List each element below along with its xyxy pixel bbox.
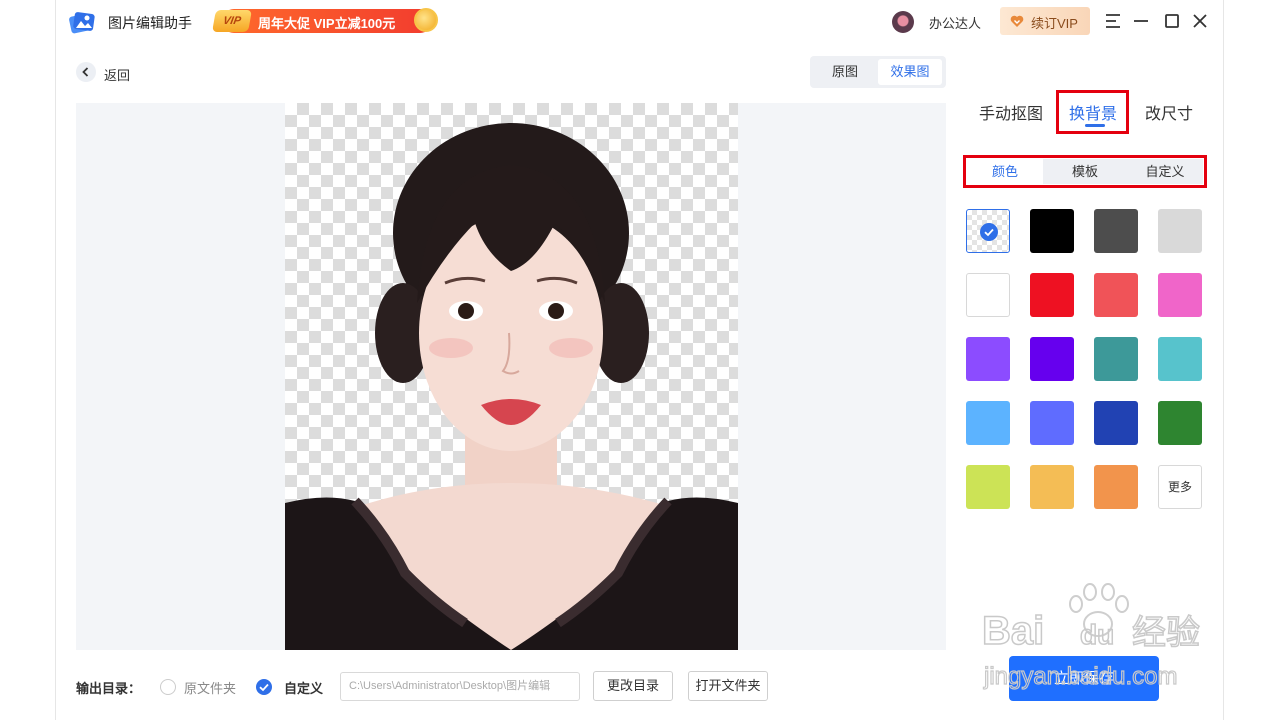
app-title: 图片编辑助手 [108, 15, 192, 31]
portrait-illustration [285, 123, 738, 650]
swatch-color[interactable] [966, 337, 1010, 381]
view-toggle: 原图 效果图 [810, 56, 946, 88]
avatar[interactable] [892, 11, 914, 33]
swatch-color[interactable] [966, 273, 1010, 317]
renew-vip-label: 续订VIP [1031, 16, 1078, 31]
change-directory-button[interactable]: 更改目录 [593, 671, 673, 701]
window-left-border [55, 0, 56, 720]
swatch-color[interactable] [1030, 465, 1074, 509]
app-logo-icon [69, 12, 95, 34]
window-right-border [1223, 0, 1224, 720]
highlight-box-tab [1056, 90, 1129, 134]
renew-vip-button[interactable]: 续订VIP [1000, 7, 1090, 35]
swatch-transparent[interactable] [966, 209, 1010, 253]
radio-custom-folder[interactable] [256, 679, 272, 695]
output-dir-label: 输出目录： [76, 681, 142, 696]
swatch-color[interactable] [1030, 273, 1074, 317]
menu-icon[interactable] [1102, 10, 1124, 32]
vip-heart-icon [1010, 15, 1024, 27]
coin-icon [414, 8, 438, 32]
promo-text: 周年大促 VIP立减100元 [258, 16, 396, 31]
watermark-du: du [1080, 619, 1114, 650]
promo-banner[interactable]: VIP 周年大促 VIP立减100元 [212, 7, 440, 35]
swatch-color[interactable] [966, 401, 1010, 445]
minimize-icon[interactable] [1130, 10, 1152, 32]
swatch-color[interactable] [1030, 209, 1074, 253]
swatch-color[interactable] [1030, 401, 1074, 445]
cutout-portrait-image [285, 103, 738, 650]
swatch-color[interactable] [1094, 465, 1138, 509]
swatch-color[interactable] [1094, 273, 1138, 317]
swatch-color[interactable] [1094, 209, 1138, 253]
title-bar: 图片编辑助手 VIP 周年大促 VIP立减100元 办公达人 续订VIP [56, 0, 1223, 42]
maximize-icon[interactable] [1161, 10, 1183, 32]
swatch-color[interactable] [1030, 337, 1074, 381]
swatch-color[interactable] [1158, 401, 1202, 445]
watermark-bai: Bai [982, 609, 1044, 653]
save-now-button[interactable]: 立即保存 [1009, 656, 1159, 701]
watermark-jingyan: 经验 [1132, 613, 1200, 653]
open-folder-button[interactable]: 打开文件夹 [688, 671, 768, 701]
username[interactable]: 办公达人 [929, 13, 981, 32]
radio-custom-folder-label[interactable]: 自定义 [284, 678, 323, 697]
radio-original-folder[interactable] [160, 679, 176, 695]
swatch-color[interactable] [1094, 401, 1138, 445]
tab-manual-cutout[interactable]: 手动抠图 [979, 100, 1043, 124]
swatch-color[interactable] [1158, 337, 1202, 381]
back-arrow-icon [76, 62, 96, 82]
swatch-color[interactable] [1158, 209, 1202, 253]
swatch-color[interactable] [1094, 337, 1138, 381]
radio-original-folder-label[interactable]: 原文件夹 [184, 678, 236, 697]
checkmark-icon [259, 683, 269, 692]
highlight-box-subtabs [963, 155, 1207, 188]
swatch-color[interactable] [966, 465, 1010, 509]
view-effect-tab[interactable]: 效果图 [878, 59, 942, 85]
view-original-tab[interactable]: 原图 [814, 59, 876, 85]
swatch-color[interactable] [1158, 273, 1202, 317]
back-label: 返回 [104, 68, 131, 83]
promo-vip-badge: VIP [212, 10, 252, 32]
close-icon[interactable] [1189, 10, 1211, 32]
output-path-field[interactable]: C:\Users\Administrator\Desktop\图片编辑 [340, 672, 580, 701]
tab-resize[interactable]: 改尺寸 [1145, 100, 1193, 124]
selected-check-icon [980, 223, 998, 241]
preview-canvas [76, 103, 946, 650]
more-colors-button[interactable]: 更多 [1158, 465, 1202, 509]
